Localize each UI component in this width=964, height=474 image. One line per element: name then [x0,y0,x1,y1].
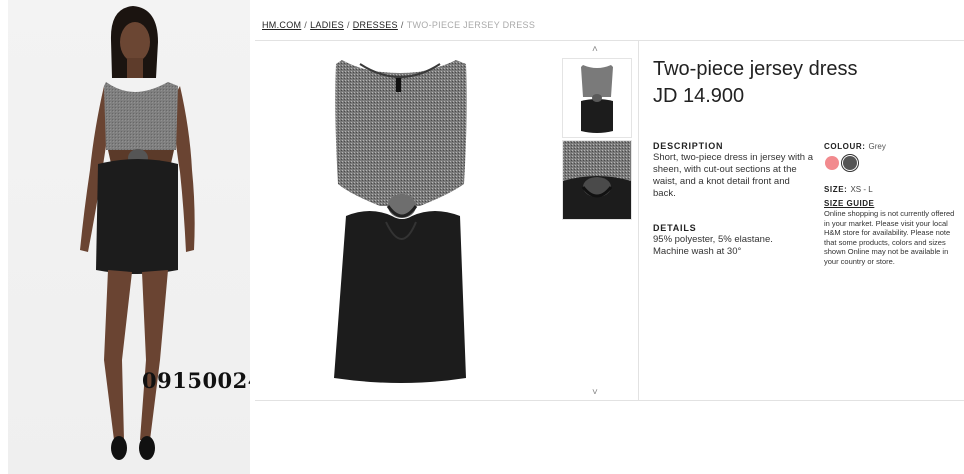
product-title: Two-piece jersey dress [653,58,858,80]
model-photo: 0915002494 [8,0,250,474]
divider-vertical [638,41,639,400]
breadcrumb-separator: / [346,20,350,30]
breadcrumb-separator: / [304,20,308,30]
phone-watermark: 0915002494 [142,368,250,393]
details-line-2: Machine wash at 30° [653,246,742,257]
breadcrumb-home[interactable]: HM.COM [262,20,301,30]
breadcrumb-current: TWO-PIECE JERSEY DRESS [406,20,536,30]
thumbnail-2-image [563,141,631,219]
product-price: JD 14.900 [653,85,745,107]
size-label: SIZE: [824,185,848,194]
colour-swatch-pink[interactable] [825,156,839,170]
colour-row: COLOUR: Grey [824,142,886,151]
details-line-1: 95% polyester, 5% elastane. [653,234,773,245]
colour-value: Grey [868,142,886,151]
breadcrumb-ladies[interactable]: LADIES [310,20,344,30]
size-guide-link[interactable]: SIZE GUIDE [824,199,874,208]
main-product-image[interactable] [330,56,470,386]
breadcrumb: HM.COM / LADIES / DRESSES / TWO-PIECE JERSEY D… [262,20,535,30]
divider-top [255,40,964,41]
size-value: XS - L [850,185,873,194]
thumbnail-2[interactable] [562,140,632,220]
thumbnail-1-image [563,59,631,137]
description-heading: DESCRIPTION [653,141,724,151]
chevron-down-icon[interactable]: ˅ [592,387,598,398]
chevron-up-icon[interactable]: ˄ [592,44,598,55]
breadcrumb-dresses[interactable]: DRESSES [353,20,398,30]
online-availability-note: Online shopping is not currently offered… [824,209,955,266]
details-heading: DETAILS [653,223,697,233]
details-text: 95% polyester, 5% elastane. Machine wash… [653,234,815,258]
thumbnail-1[interactable] [562,58,632,138]
breadcrumb-separator: / [400,20,404,30]
description-text: Short, two-piece dress in jersey with a … [653,152,813,199]
size-row: SIZE: XS - L [824,185,873,194]
colour-label: COLOUR: [824,142,866,151]
model-figure [80,6,195,460]
divider-bottom [255,400,964,401]
colour-swatch-grey[interactable] [843,156,857,170]
